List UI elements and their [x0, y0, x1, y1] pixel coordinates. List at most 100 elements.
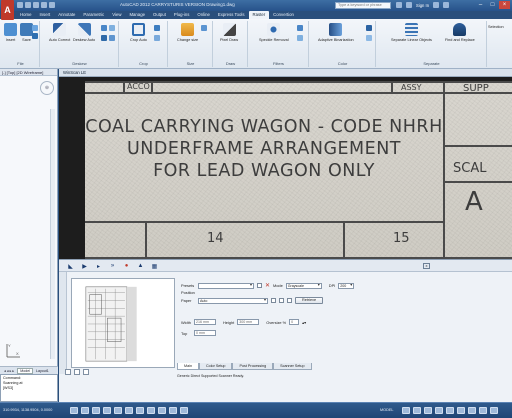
annotation-scale-icon[interactable]	[435, 407, 443, 414]
fast-forward-icon[interactable]: »	[109, 263, 116, 269]
play-icon[interactable]: ▸	[95, 263, 102, 270]
retrieve-button[interactable]: Retrieve	[295, 297, 324, 304]
delete-preset-icon[interactable]	[83, 369, 89, 375]
model-viewport[interactable]: [-] [Top] [2D Wireframe] ⊕ X Y ◂ ◂ ▸ ▸ M…	[0, 69, 58, 374]
crop-poly-icon[interactable]	[154, 35, 160, 41]
export-icon[interactable]	[32, 33, 38, 39]
new-file-icon[interactable]	[17, 2, 23, 8]
separate-linear-objects-button[interactable]: Separate Linear Objects	[391, 23, 432, 42]
transparency-icon[interactable]	[169, 407, 177, 414]
tab-plug-ins[interactable]: Plug-ins	[170, 11, 194, 19]
viewcube-icon[interactable]: ⊕	[40, 81, 54, 95]
tab-view[interactable]: View	[108, 11, 125, 19]
ducs-icon[interactable]	[136, 407, 144, 414]
isolate-objects-icon[interactable]	[479, 407, 487, 414]
acquire-icon[interactable]: ▲	[137, 263, 144, 269]
application-menu-button[interactable]: A	[1, 0, 14, 20]
otrack-icon[interactable]	[125, 407, 133, 414]
pan-icon[interactable]	[413, 407, 421, 414]
tab-nav-arrows[interactable]: ◂ ◂ ▸ ▸	[2, 369, 16, 373]
lock-icon[interactable]	[457, 407, 465, 414]
command-line[interactable]: Command: Scanning at [WS3]	[0, 374, 58, 402]
selection-button[interactable]: Selection	[488, 23, 504, 29]
paper-select[interactable]: Auto	[198, 297, 268, 304]
paper-option-1-checkbox[interactable]	[271, 298, 276, 303]
scan-preview-thumbnail[interactable]	[71, 278, 175, 368]
despeckle-icon[interactable]	[297, 35, 303, 41]
close-icon[interactable]: ×	[499, 1, 510, 9]
tab-parametric[interactable]: Parametric	[79, 11, 108, 19]
tab-main[interactable]: Main	[177, 363, 199, 370]
tab-model[interactable]: Model	[17, 367, 34, 374]
crop-auto-button[interactable]: Crop Auto	[130, 23, 147, 42]
tab-scanner-setup[interactable]: Scanner Setup	[273, 363, 312, 370]
tab-home[interactable]: Home	[16, 11, 35, 19]
redo-icon[interactable]	[49, 2, 55, 8]
tab-insert[interactable]: Insert	[35, 11, 54, 19]
mirror-icon[interactable]	[101, 35, 107, 41]
viewport-label[interactable]: [-] [Top] [2D Wireframe]	[0, 69, 57, 76]
layout-icon[interactable]	[402, 407, 410, 414]
color-icon[interactable]	[366, 35, 372, 41]
paper-option-3-checkbox[interactable]	[287, 298, 292, 303]
vertical-scrollbar[interactable]	[50, 109, 55, 359]
tab-color-setup[interactable]: Color Setup	[199, 363, 233, 370]
search-icon[interactable]	[396, 2, 402, 8]
new-preset-icon[interactable]	[65, 369, 71, 375]
snap-icon[interactable]	[70, 407, 78, 414]
sign-in-link[interactable]: Sign In	[416, 3, 429, 8]
undo-icon[interactable]	[41, 2, 47, 8]
model-space-indicator[interactable]: MODEL	[380, 408, 394, 412]
tab-annotate[interactable]: Annotate	[54, 11, 79, 19]
height-input[interactable]: 300 mm	[237, 319, 260, 325]
tab-convertion[interactable]: Convertion	[269, 11, 298, 19]
preview-icon[interactable]: ◣	[67, 263, 74, 270]
settings-icon[interactable]: ▦	[151, 263, 158, 270]
user-icon[interactable]	[406, 2, 412, 8]
adaptive-binarization-button[interactable]: Adaptive Binarization	[318, 23, 354, 42]
scale-icon[interactable]	[201, 25, 207, 31]
flip-icon[interactable]	[109, 25, 115, 31]
preset-delete-icon[interactable]: ✕	[265, 282, 270, 289]
tab-output[interactable]: Output	[149, 11, 170, 19]
find-and-replace-button[interactable]: Find and Replace	[445, 23, 475, 42]
image-icon[interactable]	[32, 25, 38, 31]
tab-post-processing[interactable]: Post Processing	[232, 363, 274, 370]
help-icon[interactable]	[443, 2, 450, 8]
polar-icon[interactable]	[103, 407, 111, 414]
width-input[interactable]: 216 mm	[193, 319, 216, 325]
rotate-90-icon[interactable]	[109, 35, 115, 41]
drawing-canvas[interactable]: ACCO ASSY SUPP COAL CARRYING WAGON - COD…	[59, 77, 512, 259]
exchange-icon[interactable]	[433, 2, 440, 8]
tab-raster[interactable]: Raster	[248, 11, 270, 19]
paper-option-2-checkbox[interactable]	[279, 298, 284, 303]
open-file-icon[interactable]	[25, 2, 31, 8]
tab-layout1[interactable]: Layout1	[34, 369, 51, 373]
workspace-icon[interactable]	[446, 407, 454, 414]
change-size-button[interactable]: Change size	[177, 23, 198, 42]
oversize-spinner-icon[interactable]: ▴▾	[302, 320, 306, 325]
deskew-auto-button[interactable]: Deskew Auto	[73, 23, 95, 42]
preset-save-checkbox[interactable]	[257, 283, 262, 288]
clean-screen-icon[interactable]	[490, 407, 498, 414]
save-icon[interactable]	[33, 2, 39, 8]
tab-express-tools[interactable]: Express Tools	[214, 11, 249, 19]
search-input[interactable]: Type a keyword or phrase	[335, 2, 391, 9]
dialog-close-icon[interactable]: x	[423, 263, 430, 269]
pixel-draw-button[interactable]: Pixel Draw	[220, 23, 238, 42]
rotate-icon[interactable]	[101, 25, 107, 31]
insert-button[interactable]: Insert	[4, 23, 17, 42]
drawing-tab[interactable]: WinScan LE	[59, 69, 512, 77]
record-icon[interactable]: ●	[123, 263, 130, 269]
grid-icon[interactable]	[81, 407, 89, 414]
osnap-icon[interactable]	[114, 407, 122, 414]
oversize-input[interactable]: 0	[289, 319, 300, 325]
maximize-icon[interactable]: □	[487, 1, 498, 9]
mode-select[interactable]: Grayscale	[285, 282, 322, 289]
lineweight-icon[interactable]	[158, 407, 166, 414]
crop-rect-icon[interactable]	[154, 25, 160, 31]
minimize-icon[interactable]: –	[475, 1, 486, 9]
ortho-icon[interactable]	[92, 407, 100, 414]
invert-icon[interactable]	[366, 25, 372, 31]
filter-icon[interactable]	[297, 25, 303, 31]
